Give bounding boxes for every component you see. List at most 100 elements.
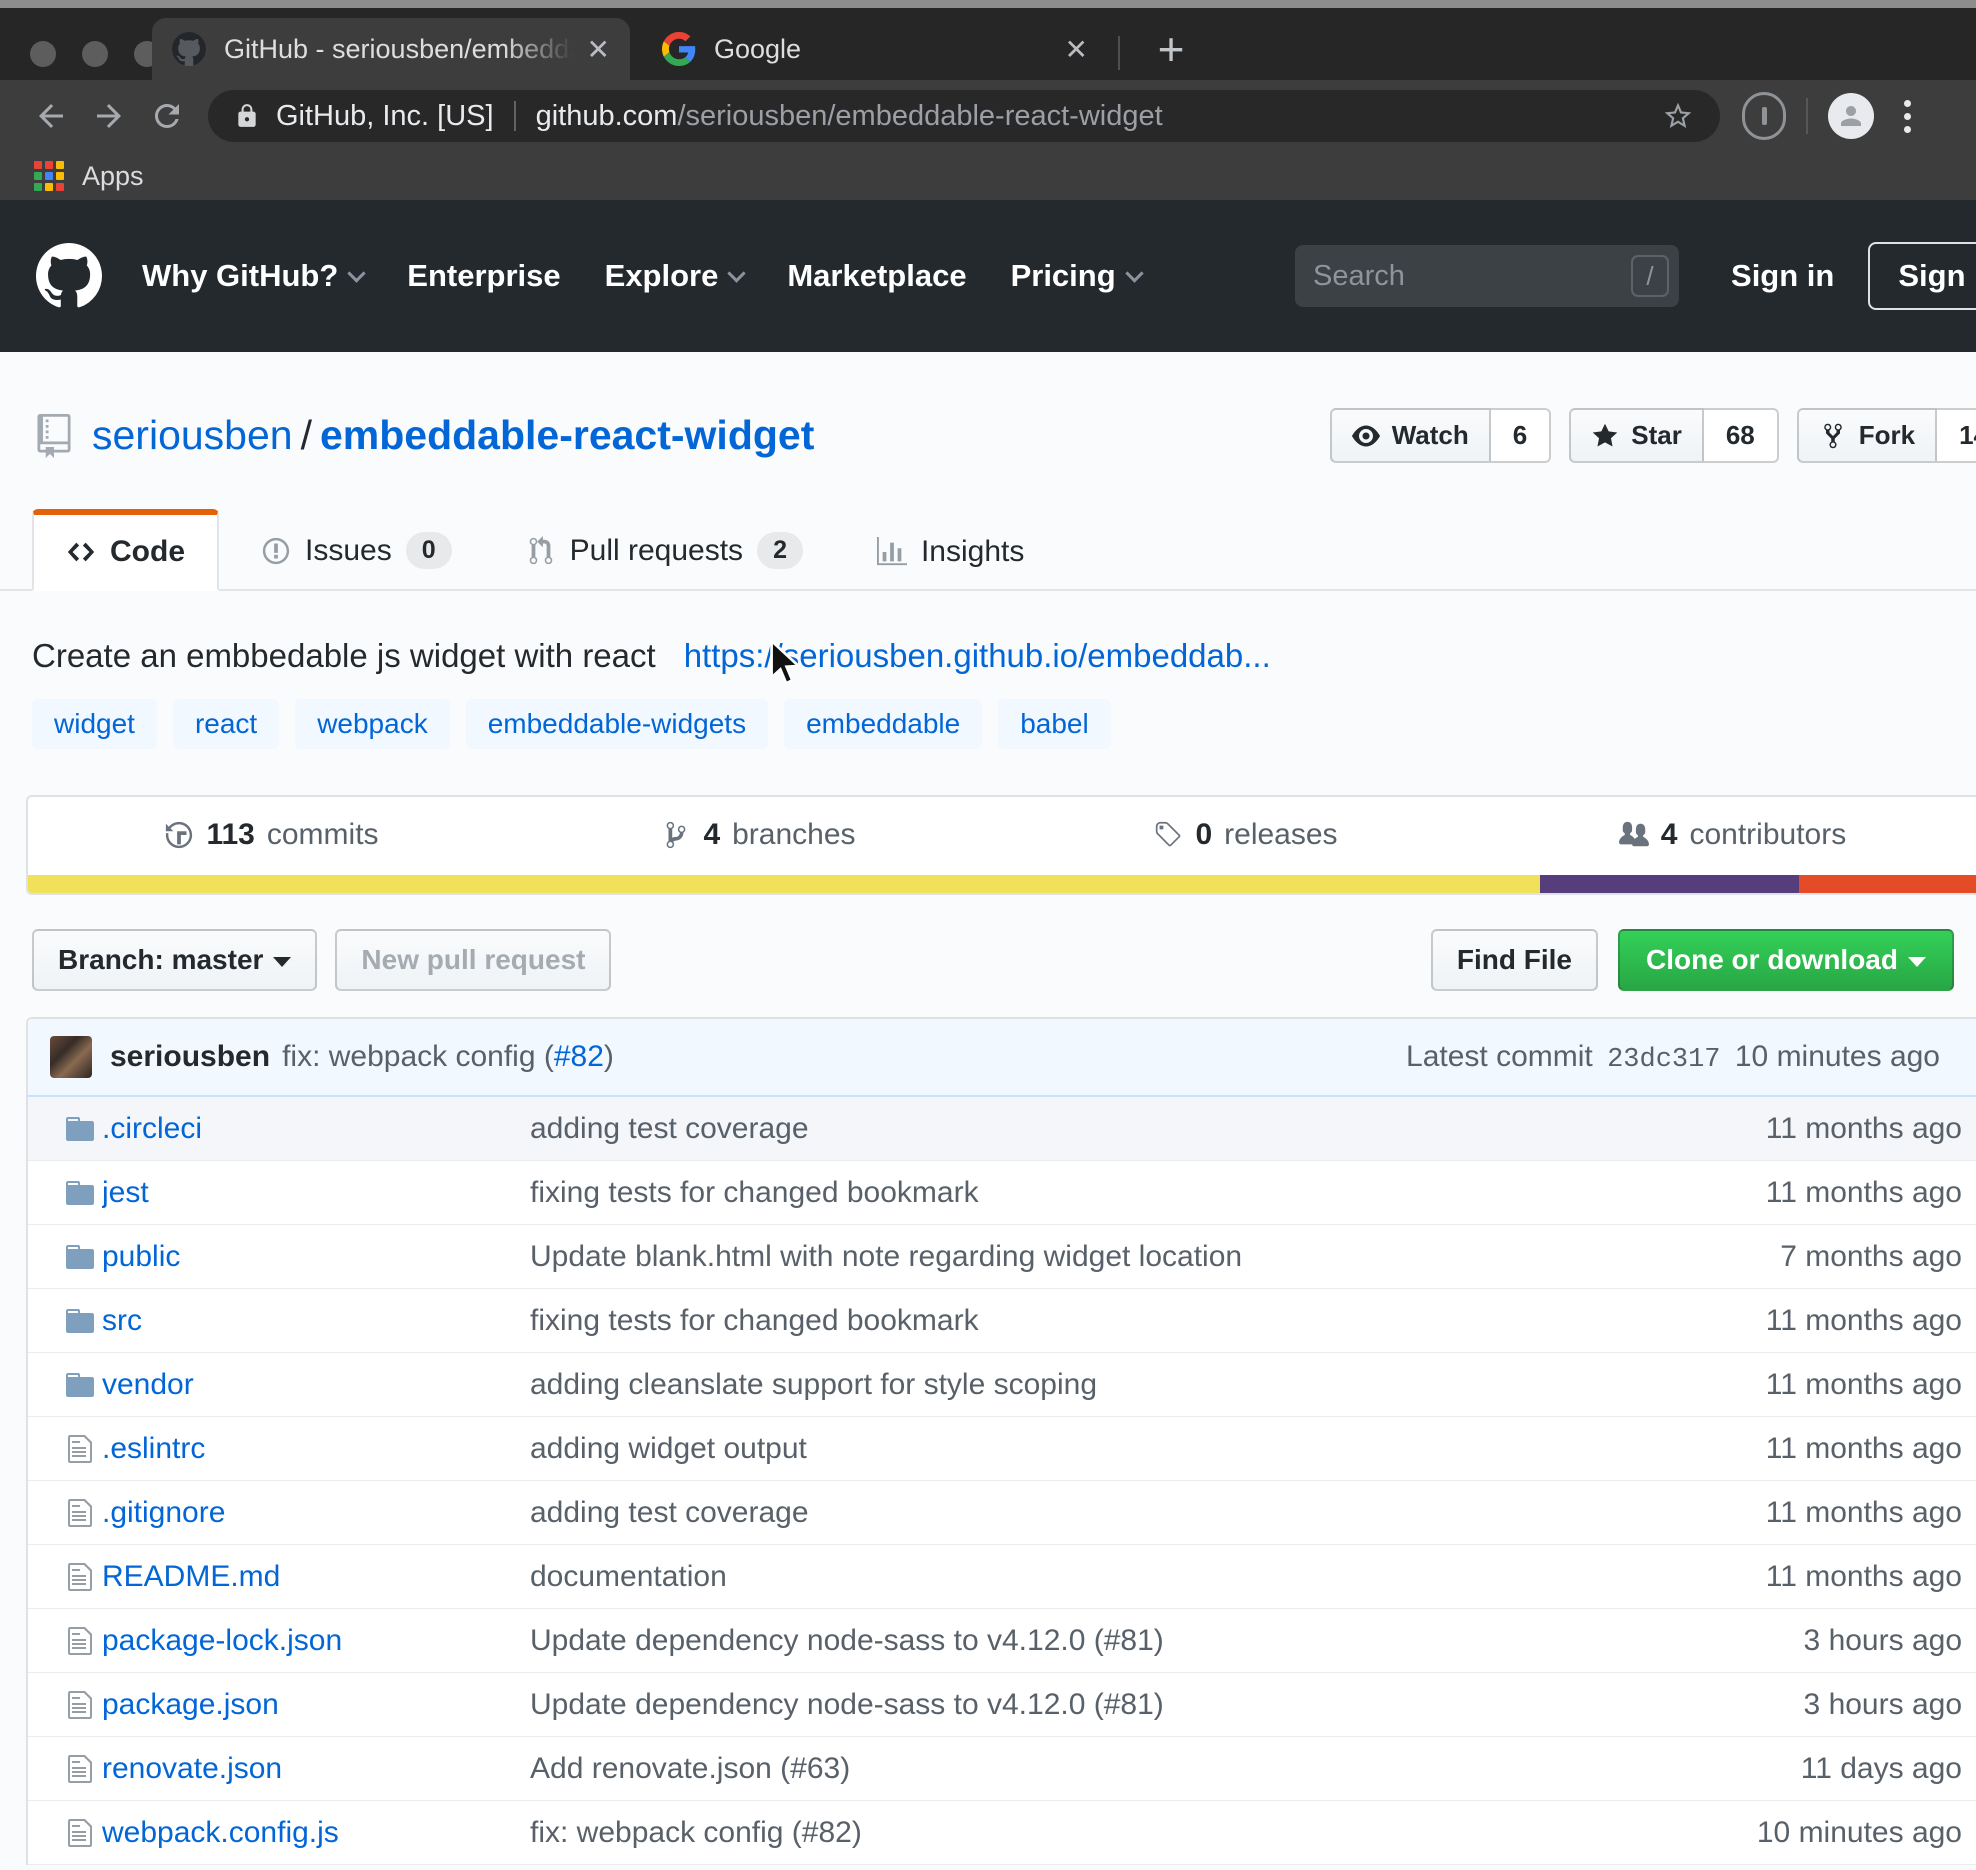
commit-message-link[interactable]: Update blank.html with note regarding wi… bbox=[530, 1240, 1666, 1274]
star-button[interactable]: Star bbox=[1569, 408, 1704, 463]
github-search[interactable]: / bbox=[1295, 245, 1679, 307]
browser-tab-github[interactable]: GitHub - seriousben/embeddal ✕ bbox=[152, 18, 630, 80]
reload-icon[interactable] bbox=[138, 87, 196, 145]
tab-close-icon[interactable]: ✕ bbox=[1065, 33, 1088, 66]
file-name-link[interactable]: webpack.config.js bbox=[102, 1816, 530, 1850]
commit-message-link[interactable]: adding widget output bbox=[530, 1432, 1666, 1466]
topic-babel[interactable]: babel bbox=[998, 699, 1111, 749]
commit-message-link[interactable]: Add renovate.json (#63) bbox=[530, 1752, 1666, 1786]
repo-description: Create an embbedable js widget with reac… bbox=[32, 637, 656, 675]
new-tab-button[interactable]: + bbox=[1142, 20, 1200, 78]
language-bar[interactable] bbox=[28, 875, 1976, 893]
github-logo-icon[interactable] bbox=[36, 243, 102, 309]
commit-message-link[interactable]: documentation bbox=[530, 1560, 1666, 1594]
commit-message-link[interactable]: Update dependency node-sass to v4.12.0 (… bbox=[530, 1688, 1666, 1722]
back-icon[interactable] bbox=[22, 87, 80, 145]
avatar[interactable] bbox=[50, 1036, 92, 1078]
clone-or-download-button[interactable]: Clone or download bbox=[1618, 929, 1954, 991]
topic-widget[interactable]: widget bbox=[32, 699, 157, 749]
commit-message-link[interactable]: fixing tests for changed bookmark bbox=[530, 1304, 1666, 1338]
file-name-link[interactable]: public bbox=[102, 1240, 530, 1274]
file-name-link[interactable]: .eslintrc bbox=[102, 1432, 530, 1466]
extension-icon[interactable] bbox=[1742, 92, 1786, 140]
commit-author-link[interactable]: seriousben bbox=[110, 1040, 270, 1074]
file-name-link[interactable]: src bbox=[102, 1304, 530, 1338]
apps-grid-icon[interactable] bbox=[34, 161, 64, 191]
file-name-link[interactable]: README.md bbox=[102, 1560, 530, 1594]
browser-menu-icon[interactable] bbox=[1896, 92, 1919, 141]
file-name-link[interactable]: .circleci bbox=[102, 1112, 530, 1146]
tab-close-icon[interactable]: ✕ bbox=[587, 33, 610, 66]
commit-message[interactable]: fix: webpack config (#82) bbox=[282, 1040, 614, 1074]
tab-pull-requests[interactable]: Pull requests2 bbox=[494, 512, 835, 589]
tab-insights[interactable]: Insights bbox=[845, 515, 1056, 589]
commit-message-link[interactable]: Update dependency node-sass to v4.12.0 (… bbox=[530, 1624, 1666, 1658]
table-row: publicUpdate blank.html with note regard… bbox=[28, 1225, 1976, 1289]
stat-contributors[interactable]: 4contributors bbox=[1489, 818, 1976, 852]
toolbar-divider bbox=[1806, 98, 1808, 134]
file-icon bbox=[58, 1497, 102, 1529]
sign-up-button[interactable]: Sign up bbox=[1868, 242, 1976, 310]
tab-issues[interactable]: Issues0 bbox=[229, 512, 484, 589]
repo-website-link[interactable]: https://seriousben.github.io/embeddab... bbox=[684, 637, 1271, 675]
branch-selector[interactable]: Branch: master bbox=[32, 929, 317, 991]
topic-react[interactable]: react bbox=[173, 699, 279, 749]
sign-in-link[interactable]: Sign in bbox=[1731, 258, 1834, 294]
repo-name-link[interactable]: embeddable-react-widget bbox=[320, 412, 814, 458]
nav-item-explore[interactable]: Explore bbox=[605, 258, 744, 294]
window-controls[interactable] bbox=[30, 41, 160, 67]
forward-icon[interactable] bbox=[80, 87, 138, 145]
nav-item-why-github[interactable]: Why GitHub? bbox=[142, 258, 363, 294]
stat-commits[interactable]: 113commits bbox=[28, 818, 515, 852]
topic-embeddable-widgets[interactable]: embeddable-widgets bbox=[466, 699, 768, 749]
commit-message-link[interactable]: fixing tests for changed bookmark bbox=[530, 1176, 1666, 1210]
nav-item-marketplace[interactable]: Marketplace bbox=[787, 258, 966, 294]
browser-profile-avatar[interactable] bbox=[1828, 93, 1874, 139]
commit-message-link[interactable]: fix: webpack config (#82) bbox=[530, 1816, 1666, 1850]
chevron-down-icon bbox=[273, 957, 291, 967]
star-count[interactable]: 68 bbox=[1704, 408, 1779, 463]
apps-bookmark[interactable]: Apps bbox=[82, 161, 144, 192]
issue-icon bbox=[261, 536, 291, 566]
table-row: srcfixing tests for changed bookmark11 m… bbox=[28, 1289, 1976, 1353]
find-file-button[interactable]: Find File bbox=[1431, 929, 1598, 991]
window-close-button[interactable] bbox=[30, 41, 56, 67]
file-name-link[interactable]: package.json bbox=[102, 1688, 530, 1722]
topic-webpack[interactable]: webpack bbox=[295, 699, 450, 749]
address-bar[interactable]: GitHub, Inc. [US] github.com/seriousben/… bbox=[208, 90, 1720, 142]
github-favicon-icon bbox=[172, 32, 206, 66]
table-row: webpack.config.jsfix: webpack config (#8… bbox=[28, 1801, 1976, 1865]
watch-count[interactable]: 6 bbox=[1491, 408, 1551, 463]
commit-message-link[interactable]: adding cleanslate support for style scop… bbox=[530, 1368, 1666, 1402]
search-input[interactable] bbox=[1313, 260, 1631, 293]
pr-link[interactable]: #82 bbox=[554, 1040, 604, 1073]
fork-count[interactable]: 14 bbox=[1937, 408, 1976, 463]
nav-item-enterprise[interactable]: Enterprise bbox=[407, 258, 560, 294]
commit-message-link[interactable]: adding test coverage bbox=[530, 1496, 1666, 1530]
table-row: vendoradding cleanslate support for styl… bbox=[28, 1353, 1976, 1417]
topic-embeddable[interactable]: embeddable bbox=[784, 699, 982, 749]
url-text[interactable]: github.com/seriousben/embeddable-react-w… bbox=[536, 100, 1163, 133]
commit-message-link[interactable]: adding test coverage bbox=[530, 1112, 1666, 1146]
repo-owner-link[interactable]: seriousben bbox=[92, 412, 293, 458]
graph-icon bbox=[877, 537, 907, 567]
file-name-link[interactable]: package-lock.json bbox=[102, 1624, 530, 1658]
file-name-link[interactable]: jest bbox=[102, 1176, 530, 1210]
fork-button[interactable]: Fork bbox=[1797, 408, 1937, 463]
stat-releases[interactable]: 0releases bbox=[1002, 818, 1489, 852]
bookmark-star-icon[interactable] bbox=[1662, 100, 1694, 132]
file-name-link[interactable]: vendor bbox=[102, 1368, 530, 1402]
browser-tab-google[interactable]: Google ✕ bbox=[642, 18, 1108, 80]
latest-commit-bar: seriousben fix: webpack config (#82) Lat… bbox=[28, 1019, 1976, 1097]
nav-item-pricing[interactable]: Pricing bbox=[1011, 258, 1141, 294]
commit-sha-link[interactable]: 23dc317 bbox=[1601, 1045, 1726, 1075]
branch-label: Branch: bbox=[58, 944, 164, 975]
tab-code[interactable]: Code bbox=[32, 509, 219, 591]
window-minimize-button[interactable] bbox=[82, 41, 108, 67]
file-name-link[interactable]: .gitignore bbox=[102, 1496, 530, 1530]
new-pull-request-button[interactable]: New pull request bbox=[335, 929, 611, 991]
file-name-link[interactable]: renovate.json bbox=[102, 1752, 530, 1786]
security-chip[interactable]: GitHub, Inc. [US] bbox=[276, 100, 494, 133]
watch-button[interactable]: Watch bbox=[1330, 408, 1491, 463]
stat-branches[interactable]: 4branches bbox=[515, 818, 1002, 852]
